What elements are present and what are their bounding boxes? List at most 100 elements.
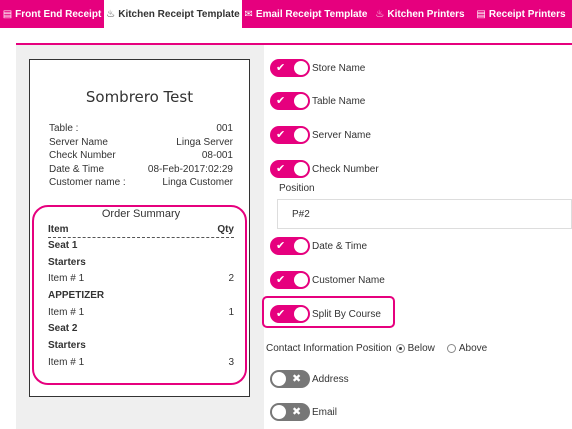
line-qty: 3 <box>228 356 234 368</box>
check-icon: ✔ <box>276 240 286 252</box>
receipt-info: Table : 001 Server Name Linga Server Che… <box>49 122 233 190</box>
order-line: Starters <box>48 338 234 355</box>
setting-email: ✖ Email <box>270 403 337 421</box>
table-name-toggle[interactable]: ✔ <box>270 92 310 110</box>
customer-name-toggle[interactable]: ✔ <box>270 271 310 289</box>
line-text: Seat 1 <box>48 240 78 251</box>
line-text: Item # 1 <box>48 273 85 285</box>
info-label: Check Number <box>49 150 116 161</box>
server-name-toggle[interactable]: ✔ <box>270 126 310 144</box>
info-label: Date & Time <box>49 163 105 175</box>
envelope-icon: ✉ <box>244 8 253 20</box>
line-qty: 1 <box>228 306 234 318</box>
order-line: Item # 1 3 <box>48 355 234 372</box>
email-toggle[interactable]: ✖ <box>270 403 310 421</box>
contact-position-label: Contact Information Position <box>266 343 392 354</box>
receipt-info-row: Customer name : Linga Customer <box>49 176 233 190</box>
setting-label: Server Name <box>312 129 371 141</box>
setting-label: Address <box>312 373 349 385</box>
info-value: 001 <box>216 123 233 134</box>
order-line: Seat 1 <box>48 238 234 255</box>
info-label: Customer name : <box>49 177 126 188</box>
setting-label: Split By Course <box>312 308 381 320</box>
info-value: Linga Customer <box>162 177 233 188</box>
order-line: Starters <box>48 255 234 272</box>
setting-date-time: ✔ Date & Time <box>270 237 367 255</box>
toggle-knob <box>272 372 286 386</box>
setting-store-name: ✔ Store Name <box>270 59 365 77</box>
info-label: Server Name <box>49 136 108 148</box>
date-time-toggle[interactable]: ✔ <box>270 237 310 255</box>
setting-label: Check Number <box>312 163 379 175</box>
order-line: APPETIZER <box>48 288 234 305</box>
receipt-icon: ▤ <box>476 8 486 20</box>
store-name-toggle[interactable]: ✔ <box>270 59 310 77</box>
tab-receipt-printers[interactable]: ▤ Receipt Printers <box>470 0 572 28</box>
line-text: Starters <box>48 340 86 352</box>
setting-split-by-course: ✔ Split By Course <box>270 305 381 323</box>
tab-label: Email Receipt Template <box>255 8 368 20</box>
split-by-course-toggle[interactable]: ✔ <box>270 305 310 323</box>
info-value: 08-Feb-2017:02:29 <box>147 163 233 175</box>
info-value: Linga Server <box>176 136 233 148</box>
setting-label: Store Name <box>312 62 366 74</box>
tab-email-receipt-template[interactable]: ✉ Email Receipt Template <box>242 0 370 28</box>
toggle-knob <box>294 128 308 142</box>
address-toggle[interactable]: ✖ <box>270 370 310 388</box>
setting-check-number: ✔ Check Number <box>270 160 379 178</box>
receipt-info-row: Date & Time 08-Feb-2017:02:29 <box>49 163 233 177</box>
toggle-knob <box>294 239 308 253</box>
setting-server-name: ✔ Server Name <box>270 126 371 144</box>
line-qty: 2 <box>228 273 234 285</box>
col-item-header: Item <box>48 224 69 235</box>
toggle-knob <box>294 307 308 321</box>
setting-table-name: ✔ Table Name <box>270 92 365 110</box>
setting-address: ✖ Address <box>270 370 349 388</box>
info-value: 08-001 <box>201 150 233 161</box>
setting-label: Email <box>312 406 338 418</box>
line-text: Starters <box>48 256 86 268</box>
toggle-knob <box>294 162 308 176</box>
toggle-knob <box>294 94 308 108</box>
tab-label: Front End Receipt <box>15 8 102 20</box>
order-summary-header: Item Qty <box>48 224 234 238</box>
check-icon: ✔ <box>276 62 286 74</box>
check-icon: ✔ <box>276 274 286 286</box>
receipt-info-row: Check Number 08-001 <box>49 149 233 163</box>
check-icon: ✔ <box>276 95 286 107</box>
col-qty-header: Qty <box>217 224 234 235</box>
setting-label: Customer Name <box>312 274 385 286</box>
radio-above[interactable] <box>446 344 456 353</box>
setting-label: Table Name <box>312 95 366 107</box>
contact-position-group: Contact Information Position Below Above <box>266 343 487 354</box>
tab-front-end-receipt[interactable]: ▤ Front End Receipt <box>0 0 104 28</box>
check-icon: ✔ <box>276 308 286 320</box>
receipt-store-name: Sombrero Test <box>85 88 194 106</box>
order-line: Seat 2 <box>48 321 234 338</box>
x-icon: ✖ <box>292 373 302 385</box>
check-icon: ✔ <box>276 163 286 175</box>
radio-below[interactable] <box>395 344 405 353</box>
order-line: Item # 1 1 <box>48 305 234 322</box>
chef-hat-icon: ♨ <box>375 8 385 20</box>
setting-label: Date & Time <box>312 240 368 252</box>
receipt-info-row: Server Name Linga Server <box>49 136 233 150</box>
setting-customer-name: ✔ Customer Name <box>270 271 385 289</box>
line-text: Seat 2 <box>48 323 78 335</box>
tab-kitchen-printers[interactable]: ♨ Kitchen Printers <box>370 0 470 28</box>
line-text: APPETIZER <box>48 290 105 302</box>
line-text: Item # 1 <box>48 356 85 368</box>
position-input[interactable] <box>277 199 572 229</box>
tab-bar: ▤ Front End Receipt ♨ Kitchen Receipt Te… <box>0 0 572 28</box>
radio-below-label: Below <box>407 343 435 354</box>
tab-kitchen-receipt-template[interactable]: ♨ Kitchen Receipt Template <box>104 0 242 28</box>
tab-label: Receipt Printers <box>488 8 566 20</box>
tab-label: Kitchen Printers <box>387 8 465 20</box>
toggle-knob <box>272 405 286 419</box>
check-number-toggle[interactable]: ✔ <box>270 160 310 178</box>
toggle-knob <box>294 61 308 75</box>
check-icon: ✔ <box>276 129 286 141</box>
order-line: Item # 1 2 <box>48 271 234 288</box>
receipt-info-row: Table : 001 <box>49 122 233 136</box>
chef-hat-icon: ♨ <box>106 8 116 20</box>
